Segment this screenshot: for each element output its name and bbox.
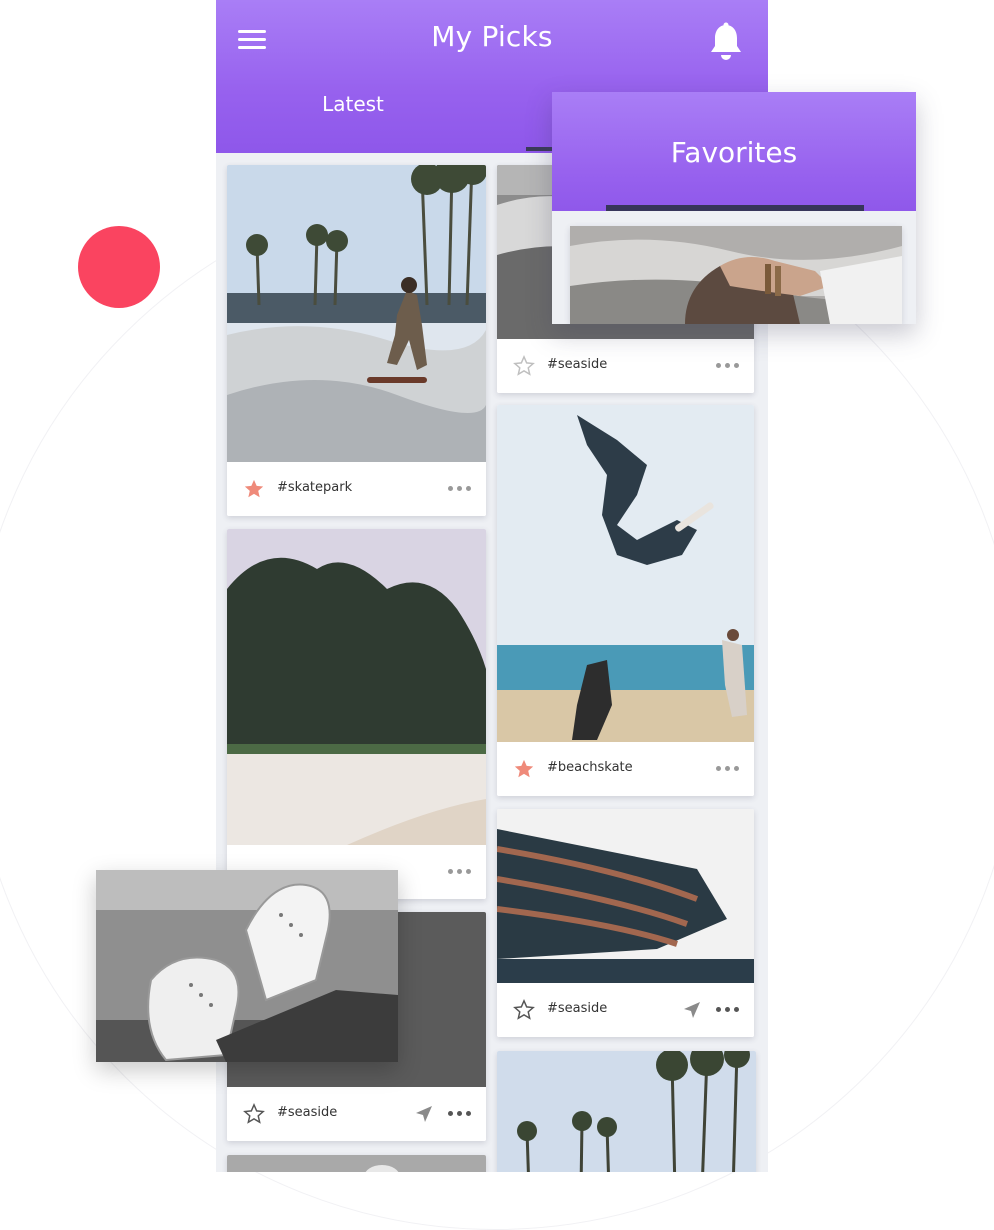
card-beachskate[interactable]: #beachskate <box>497 405 754 796</box>
card-footer: #seaside <box>497 339 754 393</box>
favorite-preview-photo[interactable] <box>570 226 902 324</box>
star-filled-icon[interactable] <box>513 758 535 780</box>
more-options-icon[interactable] <box>716 766 740 772</box>
tab-latest[interactable]: Latest <box>286 92 420 116</box>
more-options-icon[interactable] <box>716 1007 740 1013</box>
card-tag: #seaside <box>277 1105 338 1120</box>
skatepark-photo <box>227 165 486 462</box>
card-seaside-2[interactable]: #seaside <box>497 809 754 1037</box>
more-options-icon[interactable] <box>448 486 472 492</box>
card-footer: #seaside <box>497 983 754 1037</box>
more-options-icon[interactable] <box>716 363 740 369</box>
photo <box>227 1155 486 1172</box>
card-skatepark[interactable]: #skatepark <box>227 165 486 516</box>
star-outline-icon[interactable] <box>513 999 535 1021</box>
star-filled-icon[interactable] <box>243 478 265 500</box>
bell-icon[interactable] <box>708 22 744 62</box>
card-tag: #beachskate <box>547 760 633 775</box>
tab-favorites[interactable]: Favorites <box>552 136 916 169</box>
send-icon[interactable] <box>682 1000 702 1020</box>
card-tag: #skatepark <box>277 480 353 495</box>
card-footer: #seaside <box>227 1087 486 1141</box>
card-footer: #beachskate <box>497 742 754 796</box>
card-palm-beach[interactable] <box>227 529 486 899</box>
favorites-panel: Favorites <box>552 92 916 324</box>
star-outline-icon[interactable] <box>243 1103 265 1125</box>
decorative-red-dot <box>78 226 160 308</box>
card-palms-bottom[interactable] <box>497 1051 756 1172</box>
card-tag: #seaside <box>547 357 608 372</box>
more-options-icon[interactable] <box>448 1111 472 1117</box>
more-options-icon[interactable] <box>448 869 472 875</box>
send-icon[interactable] <box>414 1104 434 1124</box>
books-stack-photo <box>497 809 754 983</box>
palms-photo <box>497 1051 756 1172</box>
floating-sneaker-photo <box>96 870 398 1062</box>
card-bottom-left[interactable] <box>227 1155 486 1172</box>
star-outline-icon[interactable] <box>513 355 535 377</box>
tab-indicator <box>606 205 864 211</box>
beachskate-photo <box>497 405 754 742</box>
palm-beach-photo <box>227 529 486 845</box>
card-footer: #skatepark <box>227 462 486 516</box>
card-tag: #seaside <box>547 1001 608 1016</box>
favorites-header: Favorites <box>552 92 916 211</box>
page-title: My Picks <box>431 20 553 53</box>
